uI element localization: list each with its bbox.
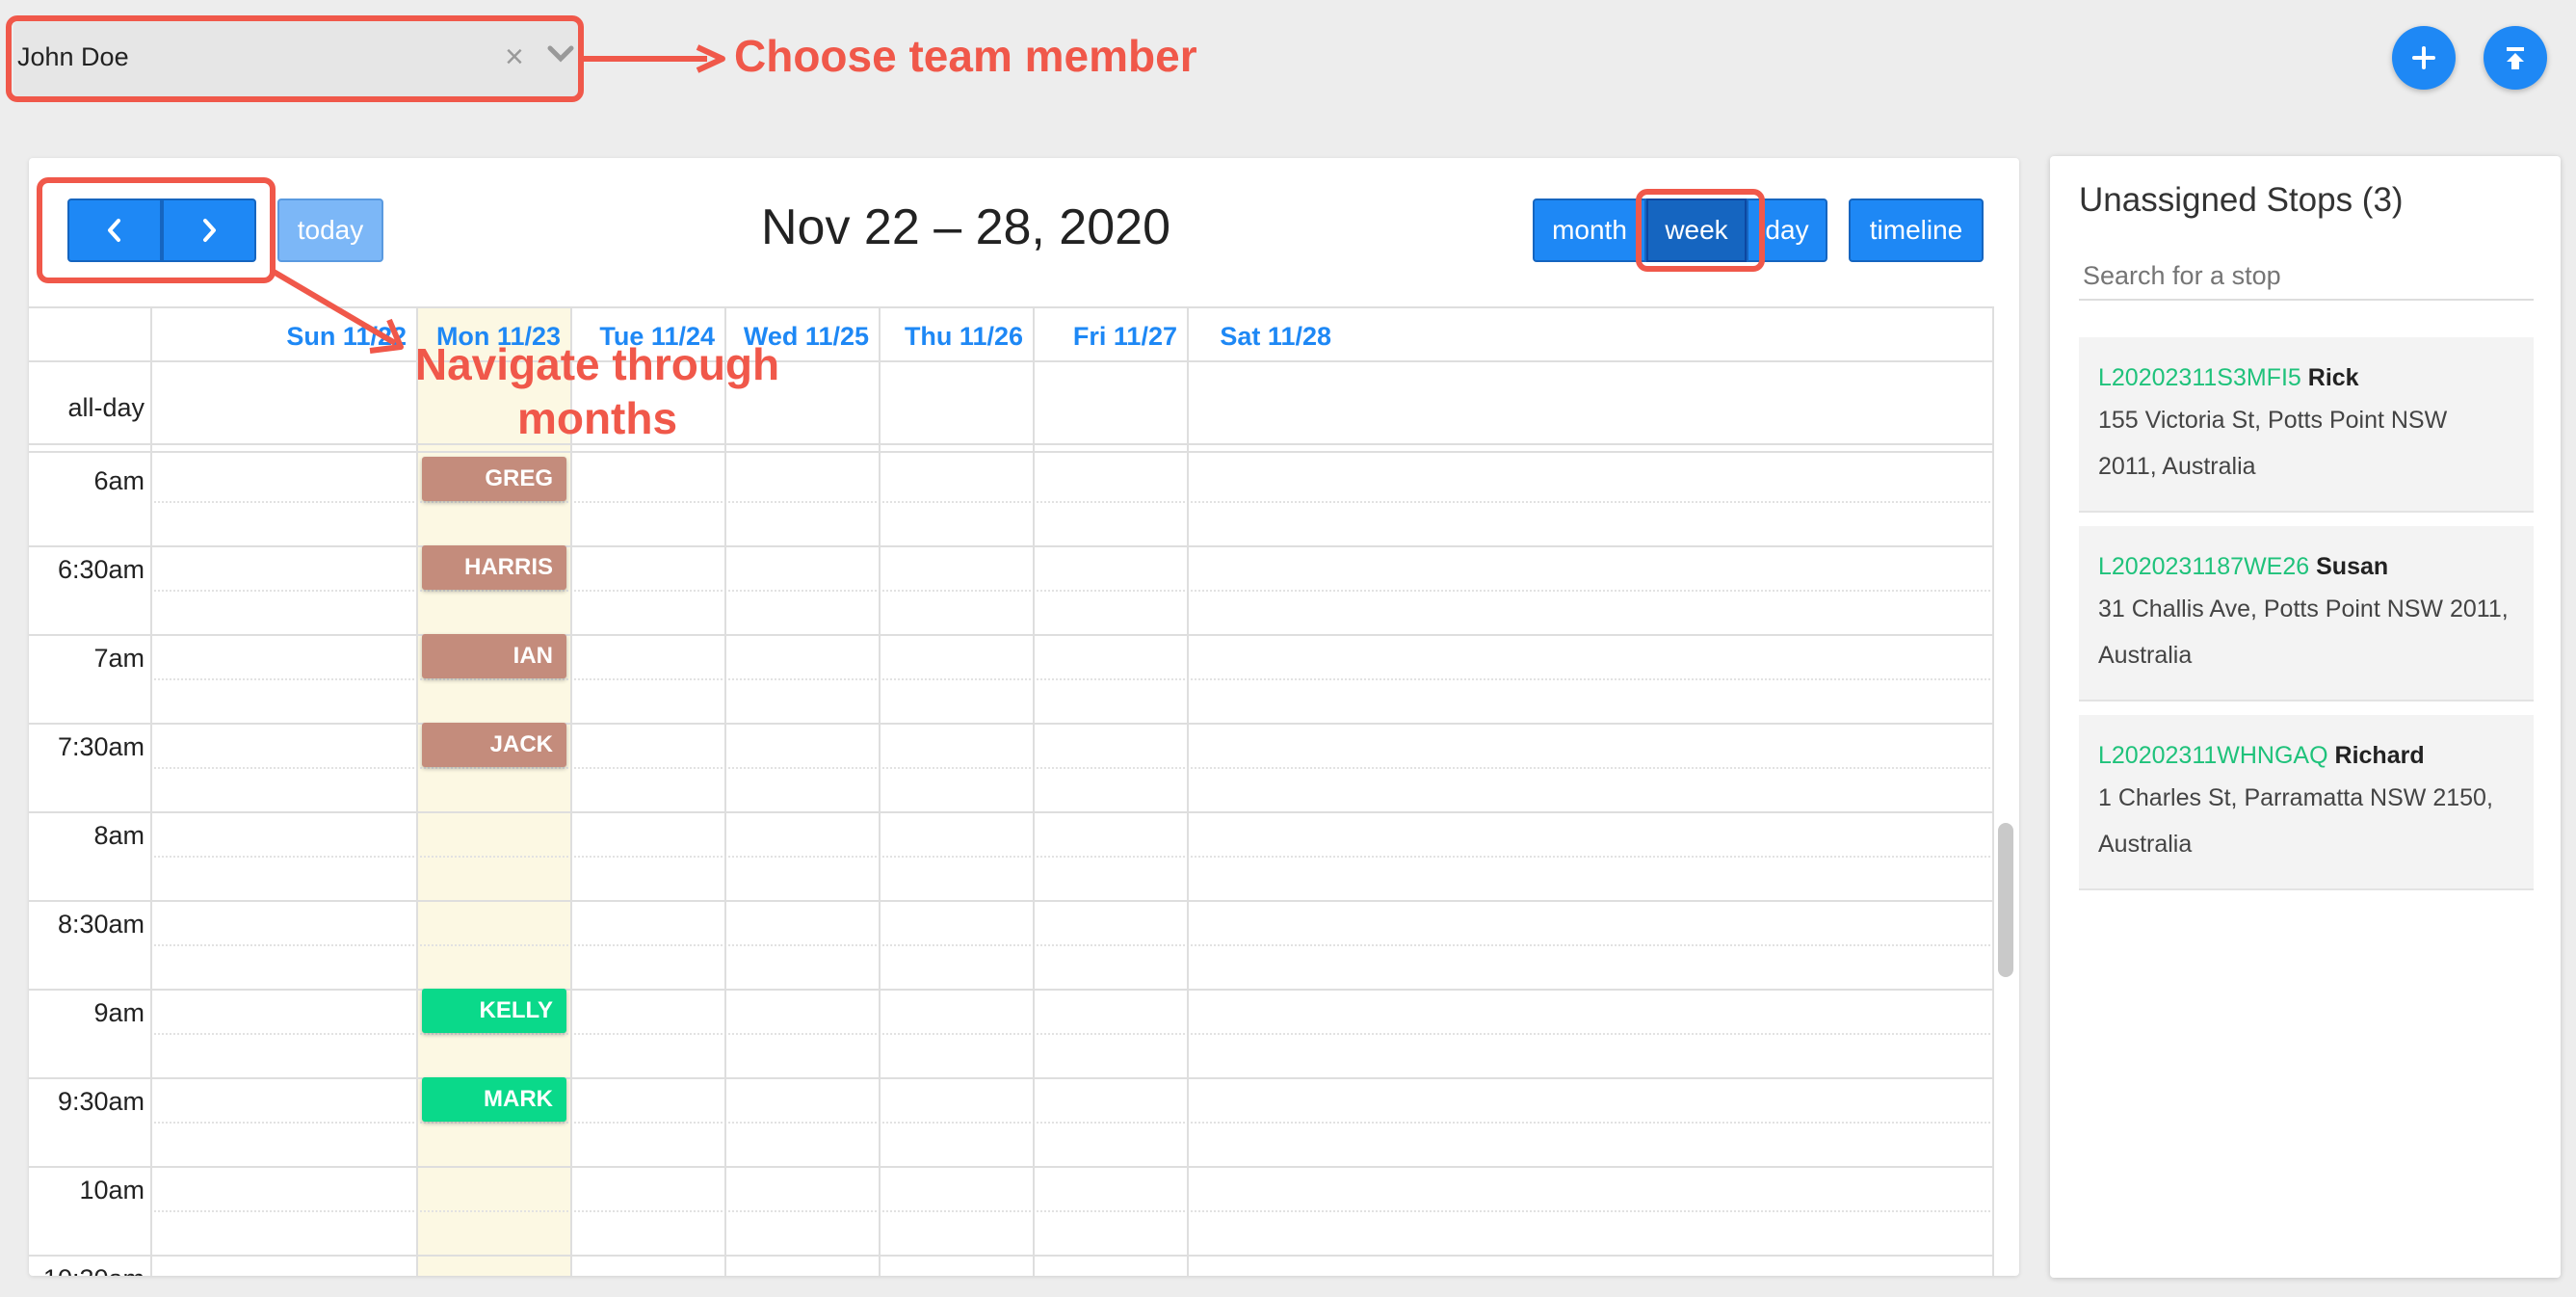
time-label: 8:30am	[57, 910, 145, 939]
annotation-navigate: Navigate through months	[414, 339, 780, 443]
time-label: 6am	[93, 466, 145, 495]
upload-button[interactable]	[2484, 26, 2547, 90]
calendar-event[interactable]: JACK	[422, 723, 566, 767]
stop-name: Susan	[2316, 553, 2389, 580]
view-month-button[interactable]: month	[1533, 199, 1646, 262]
calendar-event[interactable]: GREG	[422, 457, 566, 501]
today-button[interactable]: today	[277, 199, 383, 262]
calendar-title: Nov 22 – 28, 2020	[761, 199, 1170, 255]
stop-card[interactable]: L20202311S3MFI5 Rick 155 Victoria St, Po…	[2079, 337, 2534, 513]
stop-card[interactable]: L2020231187WE26 Susan 31 Challis Ave, Po…	[2079, 526, 2534, 701]
stop-code: L20202311S3MFI5	[2098, 364, 2301, 391]
time-label: 9am	[93, 998, 145, 1027]
stop-search-input[interactable]	[2079, 252, 2534, 301]
stop-address: 31 Challis Ave, Potts Point NSW 2011, Aus…	[2098, 596, 2509, 669]
day-header-fri: Fri 11/27	[1072, 322, 1177, 351]
stop-card[interactable]: L20202311WHNGAQ Richard 1 Charles St, Pa…	[2079, 715, 2534, 890]
annotation-choose-member: Choose team member	[734, 31, 1197, 81]
calendar-event[interactable]: IAN	[422, 634, 566, 678]
unassigned-stops-panel: Unassigned Stops (3) L20202311S3MFI5 Ric…	[2050, 156, 2561, 1278]
all-day-label: all-day	[67, 393, 145, 422]
plus-icon	[2412, 46, 2435, 69]
scrollbar-thumb[interactable]	[1998, 823, 2013, 977]
stop-address: 1 Charles St, Parramatta NSW 2150, Austra…	[2098, 784, 2493, 858]
time-label: 7:30am	[57, 732, 145, 761]
time-label: 7am	[93, 644, 145, 673]
annotation-highlight-member	[6, 15, 584, 102]
stop-address: 155 Victoria St, Potts Point NSW 2011, Au…	[2098, 407, 2448, 480]
annotation-arrow-right	[584, 44, 725, 73]
day-header-thu: Thu 11/26	[904, 322, 1023, 351]
annotation-highlight-nav	[37, 177, 276, 283]
time-label: 10am	[79, 1176, 145, 1204]
stop-name: Richard	[2334, 742, 2425, 769]
time-label: 9:30am	[57, 1087, 145, 1116]
time-label: 8am	[93, 821, 145, 850]
annotation-highlight-week	[1636, 189, 1765, 272]
stop-name: Rick	[2307, 364, 2359, 391]
upload-icon	[2507, 47, 2524, 69]
day-header-sat: Sat 11/28	[1220, 322, 1331, 351]
time-label: 10:30am	[29, 1264, 145, 1276]
unassigned-title: Unassigned Stops (3)	[2079, 181, 2404, 219]
calendar-event[interactable]: MARK	[422, 1077, 566, 1122]
view-timeline-button[interactable]: timeline	[1849, 199, 1984, 262]
week-grid: Sun 11/22 Mon 11/23 Tue 11/24 Wed 11/25 …	[29, 306, 2019, 1276]
stop-code: L2020231187WE26	[2098, 553, 2310, 580]
calendar-event[interactable]: HARRIS	[422, 545, 566, 590]
annotation-arrow-down-right	[272, 269, 404, 354]
time-label: 6:30am	[57, 555, 145, 584]
add-button[interactable]	[2392, 26, 2456, 90]
stop-code: L20202311WHNGAQ	[2098, 742, 2328, 769]
calendar-event[interactable]: KELLY	[422, 989, 566, 1033]
